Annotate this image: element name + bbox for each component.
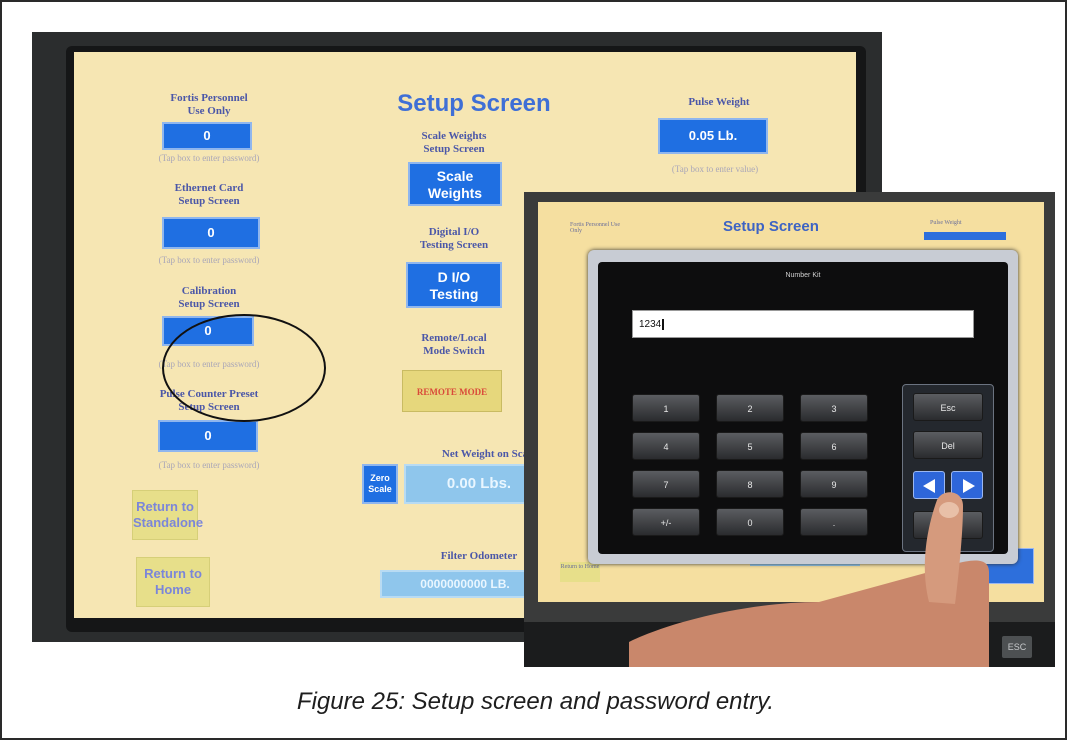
ethernet-hint: (Tap box to enter password)	[158, 255, 260, 265]
key-1[interactable]: 1	[632, 394, 700, 422]
figure-frame: Setup Screen Fortis Personnel Use Only 0…	[0, 0, 1067, 740]
return-home-line1: Return to	[144, 566, 202, 581]
pointing-hand	[629, 492, 989, 667]
pulse-weight-hint: (Tap box to enter value)	[671, 164, 759, 174]
digital-io-button-line2: Testing	[429, 286, 479, 302]
remote-mode-button[interactable]: REMOTE MODE	[402, 370, 502, 412]
calibration-label: Calibration Setup Screen	[134, 285, 284, 311]
digital-io-label-line1: Digital I/O	[428, 226, 480, 238]
bg-pulse-weight-label: Pulse Weight	[930, 220, 962, 226]
ethernet-password-field[interactable]: 0	[162, 217, 260, 249]
calibration-label-line1: Calibration	[181, 285, 237, 297]
key-4[interactable]: 4	[632, 432, 700, 460]
calibration-label-line2: Setup Screen	[178, 298, 240, 310]
return-standalone-line1: Return to	[136, 499, 194, 514]
right-arrow-icon	[963, 479, 975, 493]
personnel-label-line2: Use Only	[187, 105, 231, 117]
digital-io-testing-button[interactable]: D I/O Testing	[406, 262, 502, 308]
keypad-screen-title: Setup Screen	[723, 218, 819, 235]
highlight-ellipse	[162, 314, 326, 422]
figure-caption: Figure 25: Setup screen and password ent…	[296, 688, 775, 715]
personnel-label-line1: Fortis Personnel	[170, 92, 248, 104]
password-entry-input[interactable]: 1234	[632, 310, 974, 338]
pulse-weight-label: Pulse Weight	[688, 96, 750, 108]
keypad-photo: Setup Screen Fortis Personnel Use Only P…	[524, 192, 1055, 667]
scale-weights-label-line1: Scale Weights	[421, 130, 487, 142]
key-5[interactable]: 5	[716, 432, 784, 460]
personnel-hint: (Tap box to enter password)	[158, 153, 260, 163]
return-to-standalone-button[interactable]: Return to Standalone	[132, 490, 204, 540]
fingernail	[939, 502, 959, 518]
remote-local-label-line1: Remote/Local	[421, 332, 487, 344]
zero-scale-line2: Scale	[368, 484, 392, 494]
return-to-home-button[interactable]: Return to Home	[136, 557, 210, 607]
remote-local-label: Remote/Local Mode Switch	[384, 332, 524, 358]
key-2[interactable]: 2	[716, 394, 784, 422]
bg-pulse-weight-field	[924, 232, 1006, 240]
scale-weights-button-line2: Weights	[427, 185, 483, 201]
remote-local-label-line2: Mode Switch	[423, 345, 485, 357]
bg-personnel-label: Fortis Personnel Use Only	[570, 222, 620, 234]
key-esc[interactable]: Esc	[913, 393, 983, 421]
dialog-title: Number Kit	[785, 272, 821, 279]
ethernet-label-line2: Setup Screen	[178, 195, 240, 207]
zero-scale-button[interactable]: Zero Scale	[362, 464, 398, 504]
key-3[interactable]: 3	[800, 394, 868, 422]
key-del[interactable]: Del	[913, 431, 983, 459]
esc-hardware-key[interactable]: ESC	[1002, 636, 1032, 658]
scale-weights-label: Scale Weights Setup Screen	[384, 130, 524, 156]
left-arrow-icon	[923, 479, 935, 493]
key-6[interactable]: 6	[800, 432, 868, 460]
pulse-counter-password-field[interactable]: 0	[158, 420, 258, 452]
scale-weights-label-line2: Setup Screen	[423, 143, 485, 155]
text-cursor	[662, 319, 665, 330]
scale-weights-button-line1: Scale	[436, 168, 474, 184]
digital-io-label: Digital I/O Testing Screen	[384, 226, 524, 252]
ethernet-label-line1: Ethernet Card	[174, 182, 244, 194]
pulse-counter-hint: (Tap box to enter password)	[158, 460, 260, 470]
personnel-password-field[interactable]: 0	[162, 122, 252, 150]
ethernet-label: Ethernet Card Setup Screen	[134, 182, 284, 208]
digital-io-button-line1: D I/O	[437, 269, 471, 285]
zero-scale-line1: Zero	[370, 473, 390, 483]
entry-text: 1234	[639, 319, 662, 331]
page-title: Setup Screen	[397, 90, 551, 117]
scale-weights-button[interactable]: Scale Weights	[408, 162, 502, 206]
bg-return-home-button: Return to Home	[560, 562, 600, 582]
return-standalone-line2: Standalone	[133, 515, 204, 530]
pulse-weight-field[interactable]: 0.05 Lb.	[658, 118, 768, 154]
personnel-label: Fortis Personnel Use Only	[134, 92, 284, 118]
digital-io-label-line2: Testing Screen	[419, 239, 489, 251]
return-home-line2: Home	[154, 582, 192, 597]
